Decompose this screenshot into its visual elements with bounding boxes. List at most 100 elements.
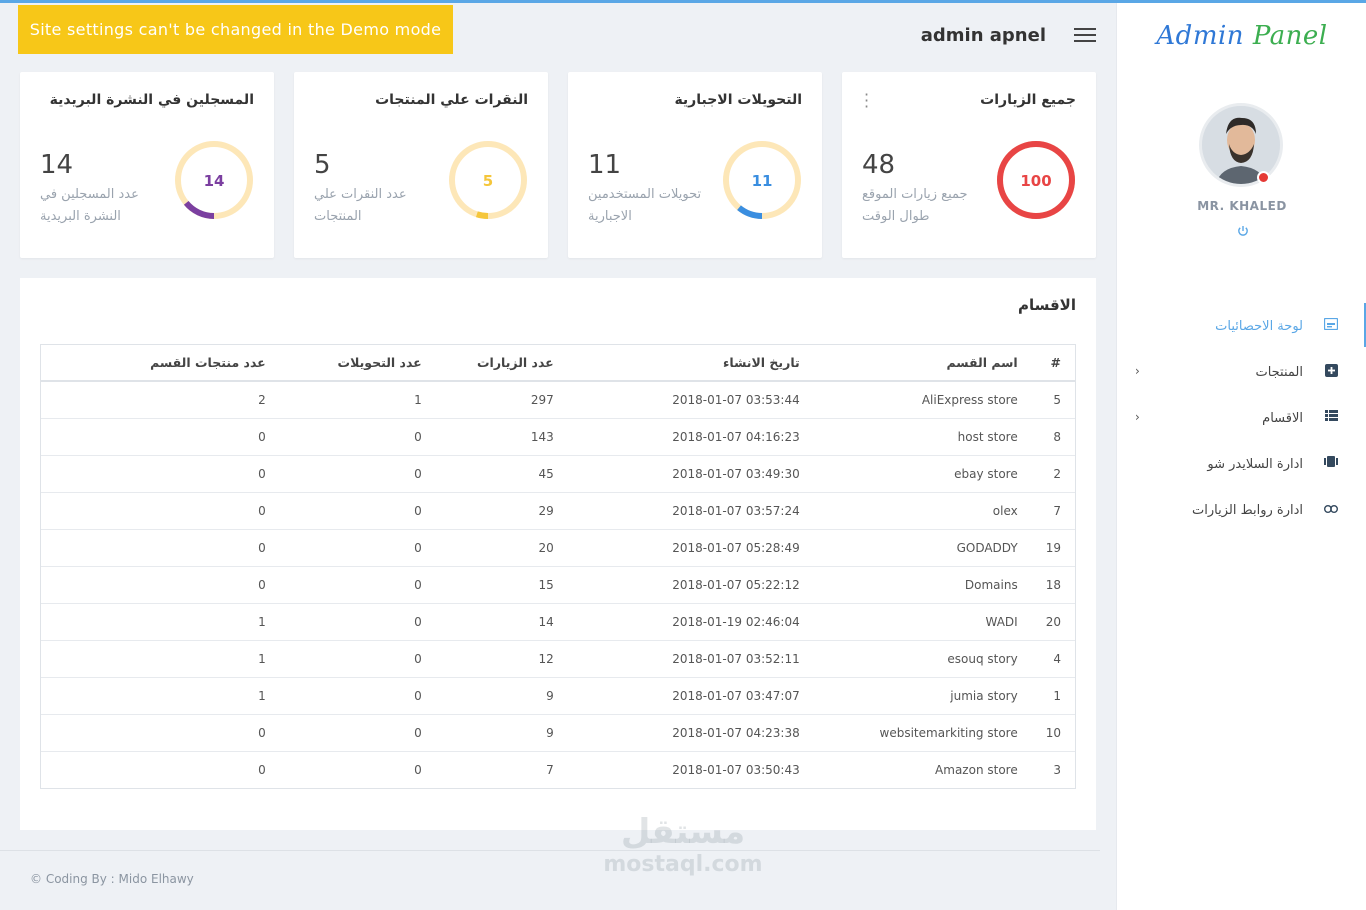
sidebar-menu: لوحة الاحصائيات المنتجات ‹ الاقسام ‹ ادا… bbox=[1117, 303, 1366, 533]
card-title: المسجلين في النشرة البريدية bbox=[49, 92, 254, 108]
dashboard-icon bbox=[1323, 317, 1339, 334]
table-cell: 19 bbox=[1031, 528, 1075, 566]
table-cell: 2018-01-07 03:57:24 bbox=[567, 491, 814, 529]
table-cell: 2018-01-07 04:23:38 bbox=[567, 713, 814, 751]
table-cell: host store bbox=[813, 417, 1032, 455]
table-row[interactable]: 1 jumia story 2018-01-07 03:47:07 9 0 1 bbox=[41, 676, 1075, 714]
table-cell: ebay store bbox=[813, 454, 1032, 492]
sidebar-item-label: لوحة الاحصائيات bbox=[1215, 318, 1303, 334]
table-cell: 1 bbox=[41, 602, 280, 640]
table-cell: 2018-01-19 02:46:04 bbox=[567, 602, 814, 640]
table-cell: olex bbox=[813, 491, 1032, 529]
table-row[interactable]: 18 Domains 2018-01-07 05:22:12 15 0 0 bbox=[41, 565, 1075, 603]
list-icon bbox=[1323, 410, 1339, 426]
table-cell: 45 bbox=[435, 454, 568, 492]
more-options-icon[interactable]: · · · bbox=[864, 87, 869, 115]
sidebar-item-label: المنتجات bbox=[1255, 364, 1303, 380]
sidebar-item-products[interactable]: المنتجات ‹ bbox=[1117, 349, 1366, 395]
table-cell: 2018-01-07 03:50:43 bbox=[567, 750, 814, 788]
table-cell: 1 bbox=[41, 639, 280, 677]
column-header[interactable]: عدد التحويلات bbox=[279, 345, 436, 382]
sidebar-item-dashboard[interactable]: لوحة الاحصائيات bbox=[1117, 303, 1366, 349]
table-cell: 0 bbox=[41, 713, 280, 751]
table-row[interactable]: 20 WADI 2018-01-19 02:46:04 14 0 1 bbox=[41, 602, 1075, 640]
ring-value: 100 bbox=[1020, 172, 1051, 190]
ring-value: 11 bbox=[752, 172, 773, 190]
slides-icon bbox=[1323, 456, 1339, 472]
panel-title: الاقسام bbox=[1017, 296, 1076, 314]
chevron-left-icon: ‹ bbox=[1135, 410, 1140, 424]
table-cell: 3 bbox=[1031, 750, 1075, 788]
table-row[interactable]: 8 host store 2018-01-07 04:16:23 143 0 0 bbox=[41, 417, 1075, 455]
table-cell: 7 bbox=[1031, 491, 1075, 529]
sidebar-item-visit-links[interactable]: ادارة روابط الزيارات bbox=[1117, 487, 1366, 533]
table-cell: 2018-01-07 03:52:11 bbox=[567, 639, 814, 677]
card-title: النقرات علي المنتجات bbox=[375, 92, 528, 108]
table-cell: 297 bbox=[435, 380, 568, 418]
column-header[interactable]: # bbox=[1031, 345, 1075, 382]
progress-ring: 100 bbox=[997, 141, 1075, 219]
card-description: عدد النقرات علي المنتجات bbox=[314, 187, 407, 224]
progress-ring: 11 bbox=[723, 141, 801, 219]
table-cell: 5 bbox=[1031, 380, 1075, 418]
card-number: 14 bbox=[40, 150, 74, 180]
stat-card-product-clicks: النقرات علي المنتجات 5 عدد النقرات علي ا… bbox=[294, 72, 548, 258]
table-cell: Amazon store bbox=[813, 750, 1032, 788]
sidebar-item-slider[interactable]: ادارة السلايدر شو bbox=[1117, 441, 1366, 487]
table-cell: AliExpress store bbox=[813, 380, 1032, 418]
table-cell: Domains bbox=[813, 565, 1032, 603]
sidebar-item-categories[interactable]: الاقسام ‹ bbox=[1117, 395, 1366, 441]
power-icon[interactable] bbox=[1236, 225, 1250, 239]
card-number: 5 bbox=[314, 150, 331, 180]
table-cell: 0 bbox=[41, 417, 280, 455]
table-cell: jumia story bbox=[813, 676, 1032, 714]
table-row[interactable]: 4 esouq story 2018-01-07 03:52:11 12 0 1 bbox=[41, 639, 1075, 677]
table-cell: 0 bbox=[279, 676, 436, 714]
table-cell: 20 bbox=[435, 528, 568, 566]
column-header[interactable]: اسم القسم bbox=[813, 345, 1032, 382]
sidebar-item-label: الاقسام bbox=[1262, 410, 1303, 426]
hamburger-menu-icon[interactable] bbox=[1074, 28, 1096, 44]
table-cell: 2018-01-07 05:28:49 bbox=[567, 528, 814, 566]
column-header[interactable]: تاريخ الانشاء bbox=[567, 345, 814, 382]
table-cell: 0 bbox=[41, 565, 280, 603]
table-row[interactable]: 19 GODADDY 2018-01-07 05:28:49 20 0 0 bbox=[41, 528, 1075, 566]
card-description: تحويلات المستخدمين الاجبارية bbox=[588, 187, 702, 224]
footer-divider bbox=[0, 850, 1100, 851]
table-row[interactable]: 3 Amazon store 2018-01-07 03:50:43 7 0 0 bbox=[41, 750, 1075, 788]
card-description: عدد المسجلين في النشرة البريدية bbox=[40, 187, 139, 224]
table-cell: 0 bbox=[41, 528, 280, 566]
avatar[interactable] bbox=[1199, 103, 1283, 187]
footer-credit: © Coding By : Mido Elhawy bbox=[30, 872, 194, 886]
table-cell: 0 bbox=[279, 454, 436, 492]
table-cell: 4 bbox=[1031, 639, 1075, 677]
table-cell: 7 bbox=[435, 750, 568, 788]
column-header[interactable]: عدد الزيارات bbox=[435, 345, 568, 382]
table-row[interactable]: 10 websitemarkiting store 2018-01-07 04:23… bbox=[41, 713, 1075, 751]
table-cell: 2018-01-07 04:16:23 bbox=[567, 417, 814, 455]
table-row[interactable]: 5 AliExpress store 2018-01-07 03:53:44 297 1… bbox=[41, 380, 1075, 418]
table-cell: 1 bbox=[41, 676, 280, 714]
column-header[interactable]: عدد منتجات القسم bbox=[41, 345, 280, 382]
table-cell: 143 bbox=[435, 417, 568, 455]
logo[interactable]: Admin Panel bbox=[1117, 21, 1366, 51]
table-cell: 1 bbox=[1031, 676, 1075, 714]
table-cell: 0 bbox=[279, 713, 436, 751]
table-row[interactable]: 2 ebay store 2018-01-07 03:49:30 45 0 0 bbox=[41, 454, 1075, 492]
table-cell: 2018-01-07 05:22:12 bbox=[567, 565, 814, 603]
table-cell: 1 bbox=[279, 380, 436, 418]
table-cell: 0 bbox=[279, 528, 436, 566]
card-description: جميع زيارات الموقع طوال الوقت bbox=[862, 187, 968, 224]
table-cell: 29 bbox=[435, 491, 568, 529]
table-cell: 2 bbox=[41, 380, 280, 418]
table-cell: 0 bbox=[41, 454, 280, 492]
table-cell: 18 bbox=[1031, 565, 1075, 603]
online-status-icon bbox=[1257, 171, 1270, 184]
stat-card-total-visits: جميع الزيارات · · · 48 جميع زيارات الموقع … bbox=[842, 72, 1096, 258]
table-header-row: # اسم القسم تاريخ الانشاء عدد الزيارات ع… bbox=[41, 345, 1075, 382]
table-cell: GODADDY bbox=[813, 528, 1032, 566]
table-row[interactable]: 7 olex 2018-01-07 03:57:24 29 0 0 bbox=[41, 491, 1075, 529]
progress-ring: 5 bbox=[449, 141, 527, 219]
card-title: جميع الزيارات bbox=[980, 92, 1076, 108]
chevron-left-icon: ‹ bbox=[1135, 364, 1140, 378]
